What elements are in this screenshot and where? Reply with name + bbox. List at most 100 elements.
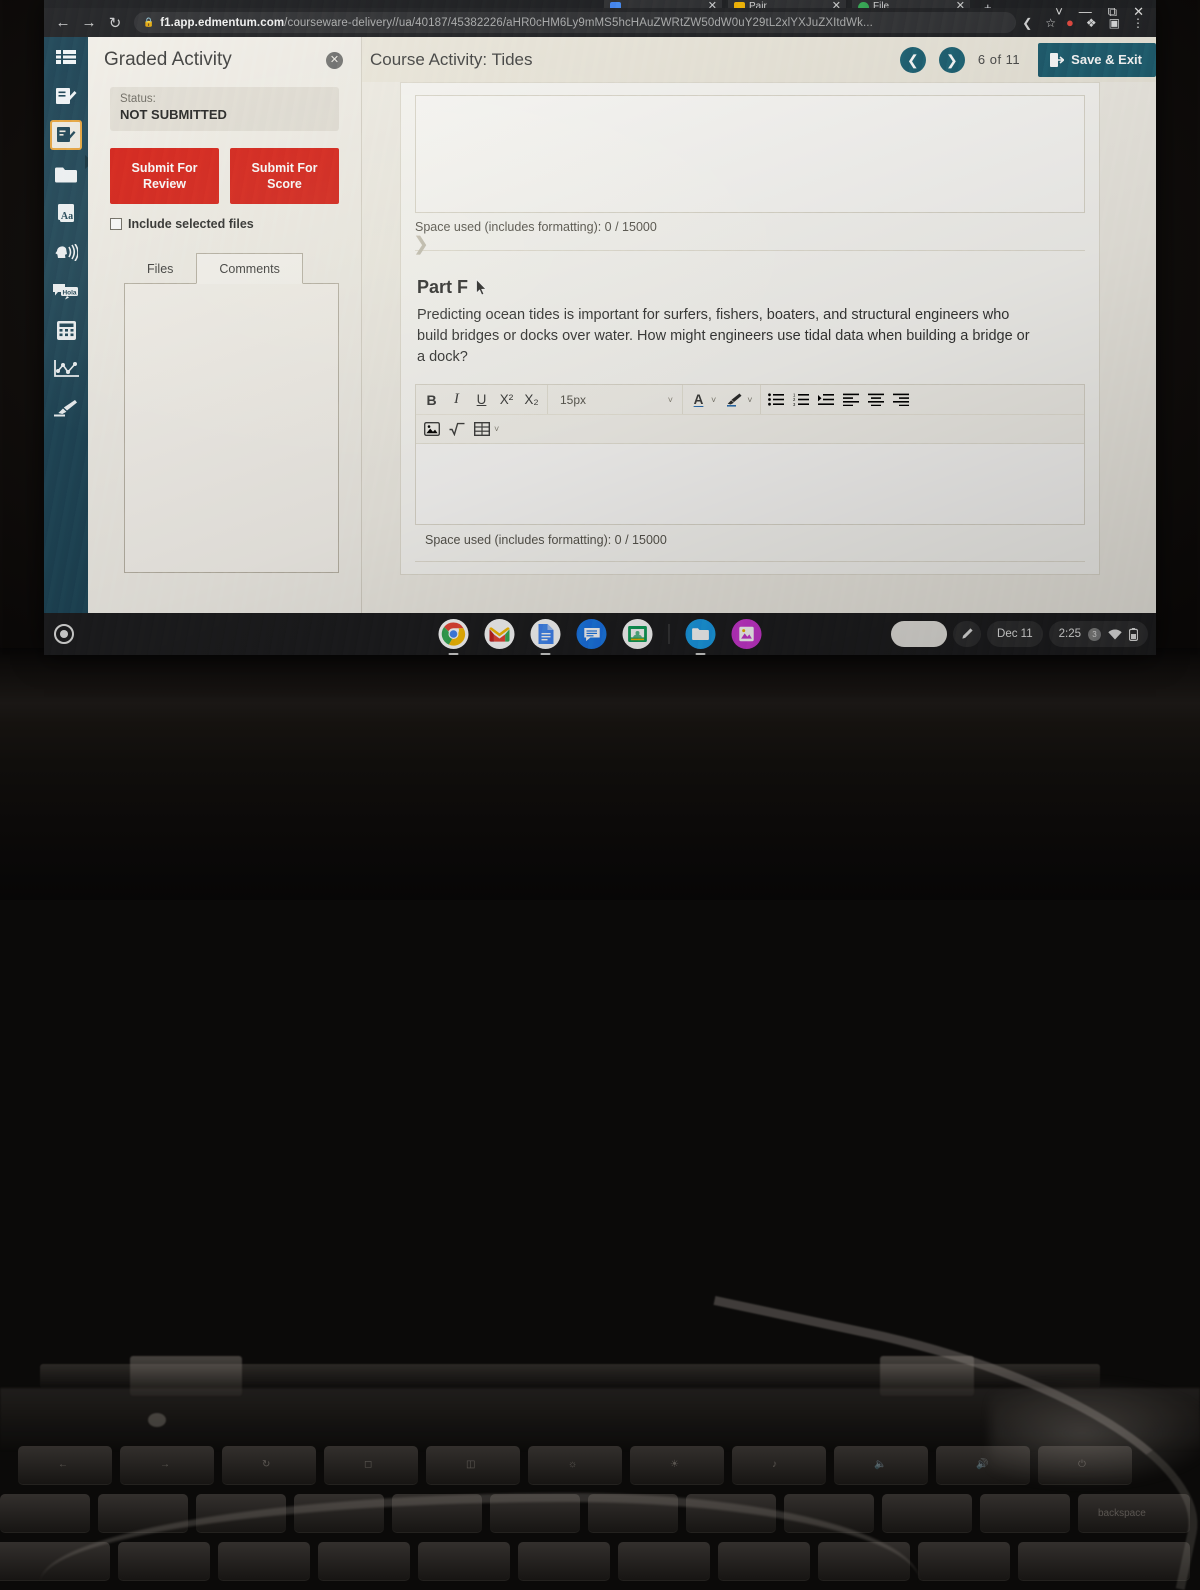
- subscript-button[interactable]: X₂: [519, 387, 544, 413]
- part-space-used: Space used (includes formatting): 0 / 15…: [425, 533, 667, 547]
- table-caret-icon[interactable]: ˅: [494, 424, 499, 434]
- chevron-down-icon[interactable]: ˅: [1055, 5, 1063, 18]
- stylus-pen-icon: [962, 628, 973, 639]
- restore-window-icon[interactable]: ⧉: [1108, 5, 1117, 18]
- page-indicator: 6 of 11: [977, 52, 1021, 67]
- toolbar-highlighter-icon[interactable]: [50, 393, 82, 423]
- toolbar-translate-icon[interactable]: Hola: [50, 276, 82, 306]
- svg-text:Hola: Hola: [62, 289, 76, 296]
- app-photos[interactable]: [731, 619, 762, 649]
- font-size-value: 15px: [560, 392, 587, 407]
- toolbar-graph-icon[interactable]: [50, 354, 82, 384]
- app-files[interactable]: [685, 619, 716, 649]
- close-window-icon[interactable]: ✕: [1133, 5, 1144, 18]
- text-color-button[interactable]: A: [686, 387, 711, 413]
- stylus-button[interactable]: [953, 621, 982, 647]
- previous-answer-area[interactable]: [415, 95, 1085, 213]
- underline-button[interactable]: U: [469, 387, 494, 413]
- share-icon[interactable]: ❮: [1022, 16, 1032, 30]
- align-right-button[interactable]: [889, 387, 914, 413]
- toolbar-dictionary-icon[interactable]: Aa: [50, 198, 82, 228]
- part-heading-label: Part F: [417, 277, 469, 297]
- toolbar-folder-icon[interactable]: [50, 159, 82, 189]
- insert-equation-button[interactable]: [444, 416, 469, 442]
- align-left-button[interactable]: [839, 387, 864, 413]
- app-classroom[interactable]: [622, 619, 653, 649]
- url-text: f1.app.edmentum.com/courseware-delivery/…: [160, 17, 873, 29]
- indent-button[interactable]: [814, 387, 839, 413]
- question-text: Predicting ocean tides is important for …: [417, 307, 1030, 365]
- answer-textarea[interactable]: [416, 444, 1084, 524]
- align-left-icon: [843, 393, 860, 406]
- submit-for-score-button[interactable]: Submit For Score: [230, 148, 339, 204]
- url-host: f1.app.edmentum.com: [160, 16, 285, 29]
- italic-button[interactable]: I: [444, 387, 469, 413]
- forward-arrow-icon[interactable]: →: [76, 14, 102, 31]
- laptop-body: ← → ↻ ◻ ◫ ☼ ☀ ♪ 🔈 🔊 ⏻: [0, 648, 1200, 1590]
- window-controls: ˅ — ⧉ ✕: [1055, 0, 1152, 22]
- launcher-circle-icon: [54, 624, 74, 644]
- readwrite-toolbar: Aa Hola: [44, 37, 93, 613]
- svg-text:3: 3: [793, 402, 796, 406]
- align-right-icon: [893, 393, 910, 406]
- toolbar-check-document-icon[interactable]: [50, 120, 82, 150]
- editor-insert-group: ˅: [416, 415, 502, 443]
- status-label: Status:: [120, 93, 156, 105]
- close-circle-icon[interactable]: ✕: [326, 51, 343, 69]
- numbered-list-button[interactable]: 123: [789, 387, 814, 413]
- page-title: Graded Activity: [104, 49, 232, 70]
- toolbar-text-to-speech-icon[interactable]: [50, 237, 82, 267]
- highlight-caret-icon[interactable]: ˅: [747, 395, 752, 405]
- next-page-button[interactable]: ❯: [938, 46, 965, 73]
- lock-icon: 🔒: [143, 17, 155, 27]
- status-tray[interactable]: 2:25 3: [1048, 621, 1148, 647]
- highlight-button[interactable]: [722, 387, 747, 413]
- include-files-row[interactable]: Include selected files: [110, 217, 339, 231]
- insert-image-button[interactable]: [419, 416, 444, 442]
- activity-header: Course Activity: Tides ❮ ❯ 6 of 11 Save …: [362, 37, 1156, 82]
- app-chrome[interactable]: [438, 619, 469, 649]
- superscript-button[interactable]: X²: [494, 387, 519, 413]
- date-display[interactable]: Dec 11: [987, 621, 1043, 647]
- launcher-button[interactable]: [54, 624, 74, 644]
- toolbar-list-icon[interactable]: [50, 42, 82, 72]
- toolbar-calculator-icon[interactable]: [50, 315, 82, 345]
- tray-time: 2:25: [1058, 628, 1081, 640]
- google-docs-icon: [538, 624, 553, 644]
- include-files-checkbox[interactable]: [110, 218, 122, 230]
- part-heading: Part F: [401, 251, 1099, 298]
- insert-table-button[interactable]: [469, 416, 494, 442]
- toolbar-edit-note-icon[interactable]: [50, 81, 82, 111]
- tray-preview-thumbnail[interactable]: [891, 621, 948, 647]
- gmail-icon: [489, 626, 510, 642]
- align-center-button[interactable]: [864, 387, 889, 413]
- save-exit-button[interactable]: Save & Exit: [1038, 42, 1156, 77]
- tab-files[interactable]: Files: [124, 253, 197, 284]
- submit-for-review-button[interactable]: Submit For Review: [110, 148, 219, 204]
- previous-answer-block: Space used (includes formatting): 0 / 15…: [401, 95, 1099, 251]
- previous-page-button[interactable]: ❮: [899, 46, 926, 73]
- files-folder-icon: [692, 628, 709, 640]
- panel-header: Graded Activity ✕: [88, 37, 361, 77]
- exit-door-icon: [1050, 52, 1065, 67]
- app-chat[interactable]: [576, 619, 607, 649]
- activity-content: Course Activity: Tides ❮ ❯ 6 of 11 Save …: [362, 37, 1156, 613]
- activity-navigation: ❮ ❯ 6 of 11 Save & Exit: [899, 37, 1156, 82]
- reload-icon[interactable]: ↻: [102, 14, 128, 32]
- tab-comments[interactable]: Comments: [196, 253, 303, 284]
- app-docs[interactable]: [530, 619, 561, 649]
- app-gmail[interactable]: [484, 619, 515, 649]
- activity-title: Course Activity: Tides: [370, 49, 533, 69]
- activity-paper: ❯ Space used (includes formatting): 0 / …: [400, 82, 1100, 575]
- minimize-icon[interactable]: —: [1079, 5, 1092, 18]
- page-viewport: Aa Hola Graded Activity ✕ Status: NOT SU…: [44, 37, 1156, 613]
- bold-button[interactable]: B: [419, 387, 444, 413]
- battery-icon: [1129, 627, 1138, 641]
- status-badge: Status: NOT SUBMITTED: [110, 87, 339, 131]
- font-size-select[interactable]: 15px ˅: [551, 387, 679, 413]
- laptop-screen: ✕ Pair ✕ File ✕ + ˅ — ⧉ ✕ ← → ↻: [44, 0, 1156, 655]
- back-arrow-icon[interactable]: ←: [50, 14, 76, 31]
- address-bar[interactable]: 🔒 f1.app.edmentum.com/courseware-deliver…: [134, 12, 1017, 33]
- text-color-caret-icon[interactable]: ˅: [711, 395, 716, 405]
- bullet-list-button[interactable]: [764, 387, 789, 413]
